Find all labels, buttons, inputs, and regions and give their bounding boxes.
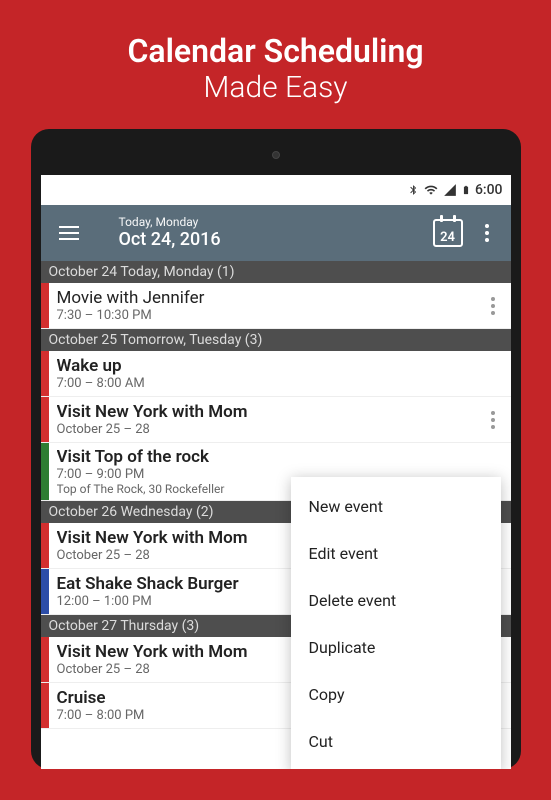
tablet-frame: 6:00 Today, Monday Oct 24, 2016 24 Octob… — [31, 129, 521, 769]
menu-copy[interactable]: Copy — [291, 671, 501, 718]
context-menu: New event Edit event Delete event Duplic… — [291, 477, 501, 769]
menu-delete-event[interactable]: Delete event — [291, 577, 501, 624]
promo-line1: Calendar Scheduling — [20, 32, 531, 70]
status-time: 6:00 — [475, 182, 503, 198]
screen: 6:00 Today, Monday Oct 24, 2016 24 Octob… — [41, 175, 511, 769]
header-actions: 24 — [433, 219, 503, 247]
event-title: Visit Top of the rock — [57, 447, 503, 467]
color-bar — [41, 637, 49, 682]
color-bar — [41, 351, 49, 396]
menu-edit-event[interactable]: Edit event — [291, 530, 501, 577]
color-bar — [41, 443, 49, 500]
event-time: 7:30 – 10:30 PM — [57, 308, 467, 323]
section-header: October 25 Tomorrow, Tuesday (3) — [41, 329, 511, 351]
color-bar — [41, 523, 49, 568]
color-bar — [41, 683, 49, 728]
promo-line2: Made Easy — [20, 70, 531, 105]
event-content: Movie with Jennifer 7:30 – 10:30 PM — [49, 283, 475, 328]
signal-icon — [443, 183, 457, 197]
status-bar: 6:00 — [41, 175, 511, 205]
event-title: Movie with Jennifer — [57, 288, 467, 308]
event-content: Wake up 7:00 – 8:00 AM — [49, 351, 511, 396]
color-bar — [41, 569, 49, 614]
event-content: Visit New York with Mom October 25 – 28 — [49, 397, 475, 442]
event-title: Visit New York with Mom — [57, 402, 467, 422]
bluetooth-icon — [408, 182, 419, 198]
promo-title: Calendar Scheduling Made Easy — [0, 0, 551, 129]
color-bar — [41, 283, 49, 328]
event-title: Wake up — [57, 356, 503, 376]
event-time: October 25 – 28 — [57, 422, 467, 437]
event-row[interactable]: Visit New York with Mom October 25 – 28 — [41, 397, 511, 443]
header-title[interactable]: Today, Monday Oct 24, 2016 — [89, 215, 433, 251]
color-bar — [41, 397, 49, 442]
menu-icon[interactable] — [49, 226, 89, 240]
event-time: 7:00 – 8:00 AM — [57, 376, 503, 391]
app-header: Today, Monday Oct 24, 2016 24 — [41, 205, 511, 261]
battery-icon — [461, 182, 471, 198]
calendar-today-icon[interactable]: 24 — [433, 219, 463, 247]
section-header: October 24 Today, Monday (1) — [41, 261, 511, 283]
menu-new-event[interactable]: New event — [291, 483, 501, 530]
header-subtitle: Today, Monday — [119, 215, 433, 229]
tablet-camera — [272, 151, 280, 159]
event-overflow-icon[interactable] — [485, 293, 501, 319]
menu-duplicate[interactable]: Duplicate — [291, 624, 501, 671]
event-overflow-icon[interactable] — [485, 407, 501, 433]
header-date: Oct 24, 2016 — [119, 229, 433, 251]
overflow-icon[interactable] — [479, 220, 495, 246]
wifi-icon — [423, 183, 439, 197]
event-row[interactable]: Wake up 7:00 – 8:00 AM — [41, 351, 511, 397]
menu-cut[interactable]: Cut — [291, 718, 501, 765]
event-row[interactable]: Movie with Jennifer 7:30 – 10:30 PM — [41, 283, 511, 329]
